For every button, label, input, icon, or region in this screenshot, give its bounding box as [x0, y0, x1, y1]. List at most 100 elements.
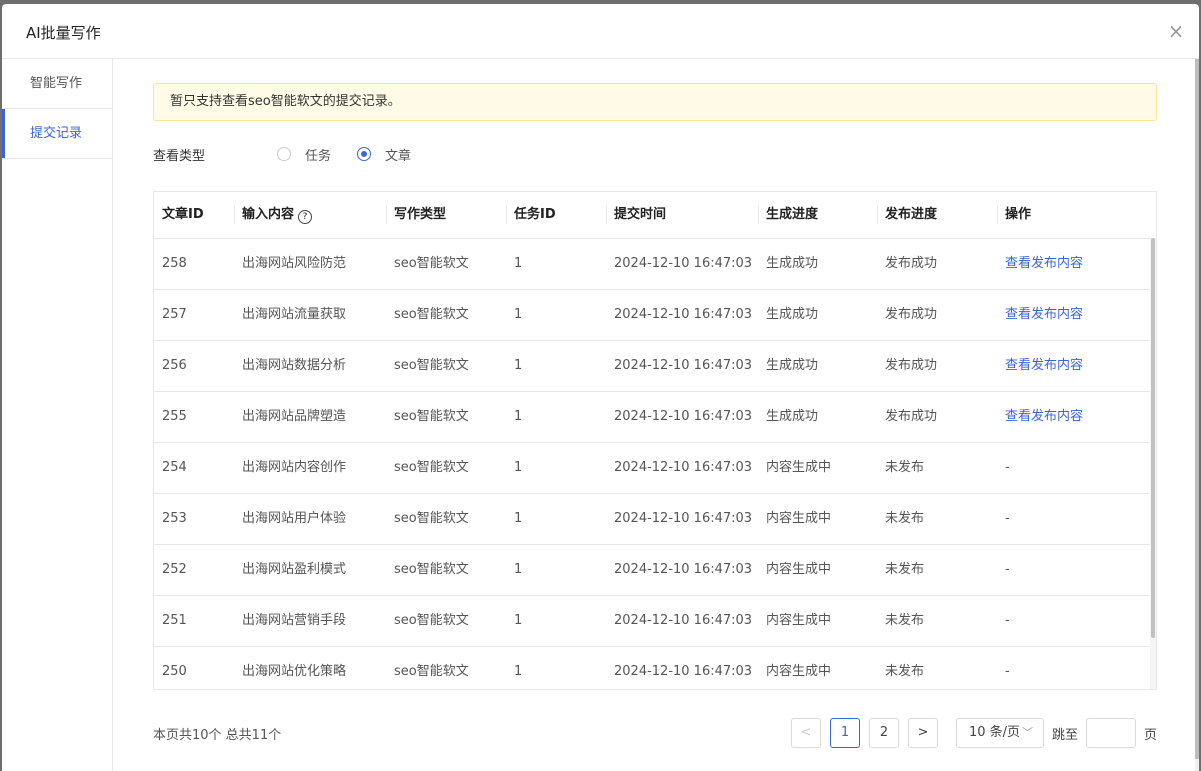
cell-input-content: 出海网站优化策略	[242, 664, 347, 679]
cell-publish-progress: 发布成功	[885, 256, 938, 271]
view-type-filter: 查看类型 任务 文章	[153, 143, 1157, 165]
column-header-task-id: 任务ID	[506, 192, 606, 238]
prev-page-button[interactable]: <	[790, 718, 821, 748]
dialog-header: AI批量写作 ×	[2, 4, 1199, 59]
cell-action: -	[1005, 511, 1010, 526]
sidebar-item-smart-writing[interactable]: 智能写作	[2, 59, 112, 109]
cell-generation-progress: 内容生成中	[766, 511, 832, 526]
cell-input-content: 出海网站用户体验	[242, 511, 347, 526]
cell-task-id: 1	[514, 256, 523, 271]
cell-writing-type: seo智能软文	[394, 358, 469, 373]
cell-submit-time: 2024-12-10 16:47:03	[614, 460, 753, 475]
cell-publish-progress: 发布成功	[885, 409, 938, 424]
column-header-article-id: 文章ID	[162, 207, 204, 222]
records-table: 文章ID 输入内容? 写作类型 任务ID 提交时间 生成进度 发布进度 操作 2…	[153, 191, 1157, 690]
cell-submit-time: 2024-12-10 16:47:03	[614, 358, 753, 373]
view-published-content-link[interactable]: 查看发布内容	[997, 341, 1155, 391]
radio-circle-icon[interactable]	[277, 147, 291, 161]
cell-task-id: 1	[514, 307, 523, 322]
table-row: 256 出海网站数据分析 seo智能软文 1 2024-12-10 16:47:03 生成…	[154, 341, 1156, 392]
cell-publish-progress: 未发布	[885, 511, 925, 526]
page-button-1[interactable]: 1	[829, 718, 860, 748]
notice-banner: 暂只支持查看seo智能软文的提交记录。	[153, 83, 1157, 121]
close-icon[interactable]: ×	[1165, 20, 1187, 42]
page-size-select[interactable]: 10 条/页 ﹀	[955, 718, 1044, 748]
cell-submit-time: 2024-12-10 16:47:03	[614, 256, 753, 271]
sidebar-item-submission-records[interactable]: 提交记录	[2, 109, 112, 159]
table-row: 250 出海网站优化策略 seo智能软文 1 2024-12-10 16:47:03 内容…	[154, 647, 1156, 689]
dialog-scrollbar-thumb[interactable]	[1195, 59, 1199, 759]
cell-input-content: 出海网站品牌塑造	[242, 409, 347, 424]
cell-action: -	[1005, 664, 1010, 679]
cell-task-id: 1	[514, 358, 523, 373]
cell-writing-type: seo智能软文	[394, 613, 469, 628]
cell-publish-progress: 未发布	[885, 562, 925, 577]
column-header-writing-type: 写作类型	[386, 192, 506, 238]
cell-task-id: 1	[514, 664, 523, 679]
sidebar-item-label: 智能写作	[30, 76, 83, 91]
help-circle-icon[interactable]: ?	[298, 210, 313, 224]
cell-task-id: 1	[514, 409, 523, 424]
column-header-actions: 操作	[997, 192, 1155, 238]
cell-generation-progress: 生成成功	[766, 409, 819, 424]
table-scrollbar[interactable]	[1150, 238, 1156, 689]
cell-article-id: 258	[162, 256, 187, 271]
cell-input-content: 出海网站流量获取	[242, 307, 347, 322]
cell-generation-progress: 生成成功	[766, 307, 819, 322]
cell-task-id: 1	[514, 460, 523, 475]
cell-task-id: 1	[514, 562, 523, 577]
cell-article-id: 253	[162, 511, 187, 526]
cell-publish-progress: 未发布	[885, 460, 925, 475]
cell-article-id: 251	[162, 613, 187, 628]
cell-article-id: 252	[162, 562, 187, 577]
column-header-submit-time: 提交时间	[606, 192, 758, 238]
dialog-title: AI批量写作	[26, 24, 101, 42]
next-page-button[interactable]: >	[907, 718, 938, 748]
cell-article-id: 256	[162, 358, 187, 373]
table-row: 254 出海网站内容创作 seo智能软文 1 2024-12-10 16:47:03 内容…	[154, 443, 1156, 494]
view-published-content-link[interactable]: 查看发布内容	[997, 290, 1155, 340]
cell-writing-type: seo智能软文	[394, 460, 469, 475]
cell-submit-time: 2024-12-10 16:47:03	[614, 664, 753, 679]
sidebar-item-label: 提交记录	[30, 126, 83, 141]
cell-writing-type: seo智能软文	[394, 307, 469, 322]
view-published-content-link[interactable]: 查看发布内容	[997, 239, 1155, 289]
cell-generation-progress: 内容生成中	[766, 613, 832, 628]
chevron-down-icon: ﹀	[1022, 726, 1034, 739]
cell-article-id: 255	[162, 409, 187, 424]
column-header-publish-progress: 发布进度	[877, 192, 997, 238]
cell-submit-time: 2024-12-10 16:47:03	[614, 307, 753, 322]
radio-circle-checked-icon[interactable]	[357, 147, 372, 161]
page-button-2[interactable]: 2	[868, 718, 899, 748]
dialog-scrollbar[interactable]	[1195, 59, 1199, 771]
page-size-value: 10 条/页	[968, 725, 1021, 740]
table-scrollbar-thumb[interactable]	[1151, 238, 1155, 638]
cell-submit-time: 2024-12-10 16:47:03	[614, 409, 753, 424]
cell-writing-type: seo智能软文	[394, 562, 469, 577]
cell-task-id: 1	[514, 613, 523, 628]
radio-article[interactable]: 文章	[357, 145, 411, 164]
radio-label: 任务	[305, 148, 332, 164]
page-unit-label: 页	[1143, 727, 1157, 743]
cell-input-content: 出海网站数据分析	[242, 358, 347, 373]
cell-article-id: 254	[162, 460, 187, 475]
table-row: 257 出海网站流量获取 seo智能软文 1 2024-12-10 16:47:03 生成…	[154, 290, 1156, 341]
radio-task[interactable]: 任务	[277, 145, 331, 164]
jump-page-input[interactable]	[1085, 718, 1136, 748]
table-row: 255 出海网站品牌塑造 seo智能软文 1 2024-12-10 16:47:03 生成…	[154, 392, 1156, 443]
table-row: 253 出海网站用户体验 seo智能软文 1 2024-12-10 16:47:03 内容…	[154, 494, 1156, 545]
jump-label: 跳至	[1051, 727, 1078, 743]
table-footer: 本页共10个 总共11个 < 1 2 > 10 条/页 ﹀ 跳至 页	[153, 716, 1157, 750]
view-published-content-link[interactable]: 查看发布内容	[997, 392, 1155, 442]
cell-publish-progress: 发布成功	[885, 307, 938, 322]
cell-generation-progress: 内容生成中	[766, 460, 832, 475]
total-count: 本页共10个 总共11个	[153, 727, 282, 743]
sidebar: 智能写作 提交记录	[2, 59, 113, 771]
cell-generation-progress: 内容生成中	[766, 562, 832, 577]
table-row: 251 出海网站营销手段 seo智能软文 1 2024-12-10 16:47:03 内容…	[154, 596, 1156, 647]
cell-article-id: 250	[162, 664, 187, 679]
table-body: 258 出海网站风险防范 seo智能软文 1 2024-12-10 16:47:03 生成…	[154, 239, 1156, 689]
cell-action: -	[1005, 562, 1010, 577]
cell-writing-type: seo智能软文	[394, 664, 469, 679]
cell-generation-progress: 生成成功	[766, 256, 819, 271]
